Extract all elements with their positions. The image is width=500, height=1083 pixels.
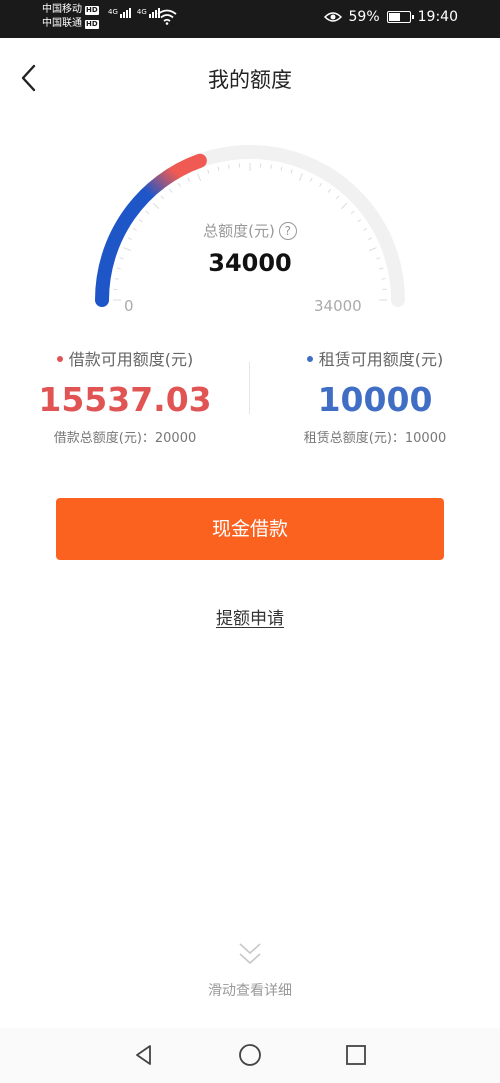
scroll-hint: 滑动查看详细 — [208, 983, 292, 999]
double-chevron-down-icon — [239, 943, 261, 965]
increase-quota-row: 提额申请 — [0, 604, 500, 629]
recents-square-icon[interactable] — [343, 1042, 369, 1068]
clock: 19:40 — [417, 9, 458, 25]
carrier-info: 中国移动 HD 中国联通 HD — [42, 3, 99, 31]
gauge-tick — [177, 182, 181, 187]
loan-credit: 借款可用额度(元) 15537.03 借款总额度(元)：20000 — [0, 346, 250, 446]
home-circle-icon[interactable] — [237, 1042, 263, 1068]
gauge-tick — [160, 195, 165, 200]
gauge-tick — [280, 166, 283, 171]
carrier-2: 中国联通 — [42, 18, 82, 29]
battery-percent: 59% — [348, 9, 380, 25]
carrier-1: 中国移动 — [42, 4, 82, 15]
gauge-tick — [319, 182, 323, 187]
gauge-tick — [114, 278, 119, 280]
eye-icon — [323, 12, 342, 22]
gauge-min-label: 0 — [124, 297, 134, 315]
page-title: 我的额度 — [208, 68, 292, 92]
help-icon[interactable]: ? — [278, 222, 297, 240]
gauge-tick — [340, 202, 348, 210]
back-triangle-icon[interactable] — [131, 1042, 157, 1068]
hd-badge: HD — [85, 19, 99, 29]
gauge-tick — [335, 195, 340, 200]
gauge-tick — [290, 169, 293, 174]
lease-dot-icon — [306, 356, 313, 362]
lease-credit: 租赁可用额度(元) 10000 租赁总额度(元)：10000 — [250, 346, 500, 446]
loan-label: 借款可用额度(元) — [68, 350, 194, 369]
gauge-max-label: 34000 — [314, 297, 362, 315]
gauge-tick — [217, 166, 220, 171]
total-quota-label: 总额度(元)? — [0, 220, 500, 241]
gauge-tick — [197, 173, 202, 182]
gauge-tick — [270, 164, 272, 169]
gauge-tick — [169, 188, 173, 193]
lease-total: 租赁总额度(元)：10000 — [303, 431, 447, 446]
gauge-tick — [298, 173, 303, 182]
loan-total: 借款总额度(元)：20000 — [53, 431, 197, 446]
gauge-tick — [207, 169, 210, 174]
gauge-tick — [350, 210, 355, 215]
gauge-tick — [187, 177, 191, 182]
increase-quota-link[interactable]: 提额申请 — [216, 609, 284, 629]
hd-badge: HD — [85, 5, 99, 15]
network-tag: 4G — [108, 8, 118, 16]
status-bar: 中国移动 HD 中国联通 HD 4G 4G 59% 19:40 — [0, 0, 500, 38]
signal-icon: 4G 4G — [108, 8, 160, 18]
network-tag: 4G — [136, 8, 147, 16]
total-quota-text: 总额度(元) — [203, 222, 275, 240]
gauge-tick — [327, 188, 331, 193]
battery-icon — [386, 11, 414, 23]
gauge-tick — [228, 164, 230, 169]
nav-bar: 我的额度 — [0, 38, 500, 118]
gauge-tick — [381, 278, 386, 280]
gauge-tick — [152, 202, 160, 210]
gauge-tick — [309, 177, 313, 182]
lease-available-amount: 10000 — [317, 380, 433, 419]
cash-loan-button[interactable]: 现金借款 — [56, 498, 444, 560]
loan-available-amount: 15537.03 — [38, 380, 212, 419]
lease-label: 租赁可用额度(元) — [318, 350, 444, 369]
loan-dot-icon — [56, 356, 63, 362]
total-quota-value: 34000 — [208, 249, 292, 277]
system-nav-bar — [0, 1028, 500, 1083]
wifi-icon — [157, 9, 177, 25]
gauge-tick — [145, 210, 150, 215]
